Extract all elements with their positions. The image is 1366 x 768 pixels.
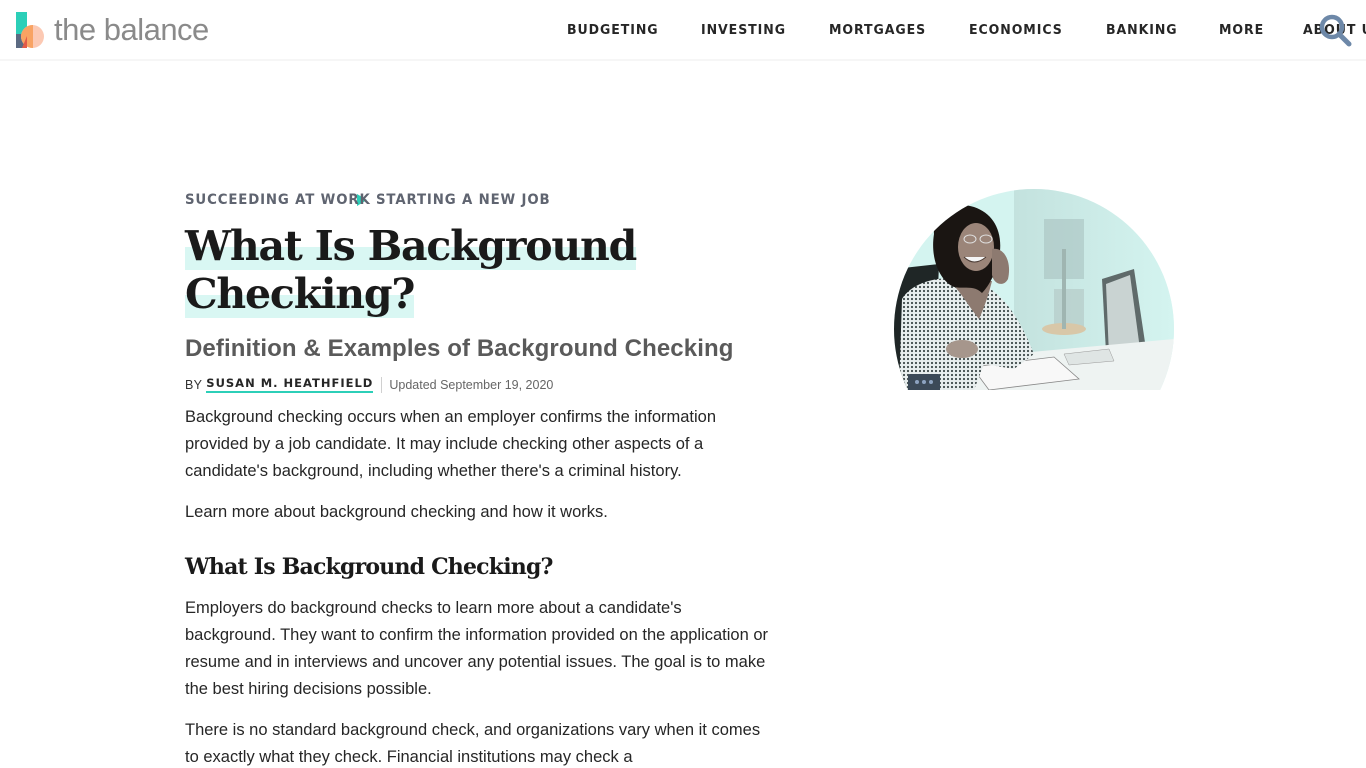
logo-text: the balance [54,12,209,47]
page-subtitle: Definition & Examples of Background Chec… [185,335,734,362]
nav-mortgages[interactable]: MORTGAGES [829,22,926,38]
search-icon [1319,14,1352,47]
author-link[interactable]: SUSAN M. HEATHFIELD [206,376,374,393]
nav-banking[interactable]: BANKING [1106,22,1178,38]
more-dots-icon[interactable] [908,374,940,390]
byline-by: BY [185,377,203,392]
learn-more-paragraph: Learn more about background checking and… [185,503,608,521]
nav-more[interactable]: MORE [1219,22,1264,38]
nav-economics[interactable]: ECONOMICS [969,22,1063,38]
nav-budgeting[interactable]: BUDGETING [567,22,658,38]
section-paragraph-1: Employers do background checks to learn … [185,599,769,698]
byline-divider [381,376,383,393]
title-line-1: What Is Background [185,222,637,270]
search-button[interactable] [1318,13,1352,47]
logo-mark-icon [16,12,44,48]
section-paragraph-2: There is no standard background check, a… [185,721,761,766]
byline: BY SUSAN M. HEATHFIELD Updated September… [185,376,553,393]
nav-investing[interactable]: INVESTING [701,22,786,38]
breadcrumb-succeeding-at-work[interactable]: SUCCEEDING AT WORK [185,192,370,208]
updated-date: Updated September 19, 2020 [389,377,554,392]
site-logo[interactable]: the balance [16,12,209,48]
title-line-2: Checking? [185,270,415,318]
site-header: the balance BUDGETING INVESTING MORTGAGE… [0,0,1366,61]
intro-paragraph: Background checking occurs when an emplo… [185,408,717,480]
section-heading: What Is Background Checking? [185,554,553,580]
hero-photo [894,189,1174,390]
breadcrumb: SUCCEEDING AT WORK STARTING A NEW JOB [185,192,560,208]
page-title: What Is Background Checking? [185,222,645,318]
hero-image [894,189,1174,390]
main-nav: BUDGETING INVESTING MORTGAGES ECONOMICS … [567,22,1366,38]
breadcrumb-starting-a-new-job[interactable]: STARTING A NEW JOB [376,192,550,208]
